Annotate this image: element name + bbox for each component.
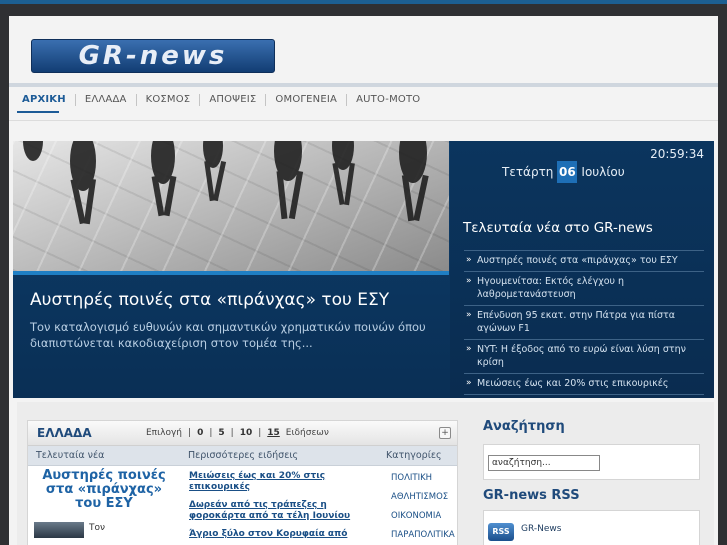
latest-news-item[interactable]: » Μειώσεις έως και 20% στις επικουρικές (464, 374, 704, 395)
arrow-icon: » (466, 378, 472, 388)
count-option-0[interactable]: 0 (197, 428, 203, 438)
date-day: 06 (557, 161, 578, 183)
rss-title: GR-news RSS (483, 488, 580, 503)
greece-section-box: ΕΛΛΑΔΑ Επιλογή | 0 | 5 | 10 | 15 Ειδήσεω… (27, 420, 458, 545)
rss-feed-link[interactable]: GR-News (521, 524, 561, 534)
nav-item-auto-moto[interactable]: AUTO-MOTO (347, 94, 429, 106)
nav-divider (9, 83, 718, 87)
col-header-more: Περισσότερες ειδήσεις (188, 450, 299, 461)
col-header-latest: Τελευταία νέα (36, 450, 105, 461)
main-story-thumbnail[interactable] (34, 522, 84, 538)
arrow-icon: » (466, 344, 472, 354)
rss-icon[interactable]: RSS (488, 523, 514, 541)
date-display: Τετάρτη 06 Ιουλίου (502, 160, 625, 184)
news-count-selector: Επιλογή | 0 | 5 | 10 | 15 Ειδήσεων (146, 428, 329, 438)
arrow-icon: » (466, 310, 472, 320)
search-input[interactable] (488, 455, 600, 471)
arrow-icon: » (466, 255, 472, 265)
categories-list: ΠΟΛΙΤΙΚΗ ΑΘΛΗΤΙΣΜΟΣ ΟΙΚΟΝΟΜΙΑ ΠΑΡΑΠΟΛΙΤΙ… (391, 473, 455, 545)
nav-item-diaspora[interactable]: ΟΜΟΓΕΝΕΙΑ (266, 94, 348, 106)
category-link[interactable]: ΑΘΛΗΤΙΣΜΟΣ (391, 492, 451, 503)
column-headers: Τελευταία νέα Περισσότερες ειδήσεις Κατη… (28, 446, 457, 466)
section-title[interactable]: ΕΛΛΑΔΑ (37, 426, 92, 440)
nav-item-opinions[interactable]: ΑΠΟΨΕΙΣ (200, 94, 267, 106)
more-news-list: Μειώσεις έως και 20% στις επικουρικές Δω… (189, 471, 379, 545)
arrow-icon: » (466, 276, 472, 286)
latest-news-item[interactable]: » Επένδυση 95 εκατ. στην Πάτρα για πίστα … (464, 306, 704, 340)
hero-summary: Τον καταλογισμό ευθυνών και σημαντικών χ… (30, 320, 426, 350)
category-link[interactable]: ΠΑΡΑΠΟΛΙΤΙΚΑ (391, 530, 455, 541)
more-news-link[interactable]: Μειώσεις έως και 20% στις επικουρικές (189, 471, 379, 493)
latest-news-title: Τελευταία νέα στο GR-news (463, 220, 653, 236)
count-label: Επιλογή (146, 428, 183, 438)
latest-news-item[interactable]: » Αυστηρές ποινές στα «πιράνχας» του ΕΣΥ (464, 250, 704, 272)
search-title: Αναζήτηση (483, 419, 565, 434)
hero-headline[interactable]: Αυστηρές ποινές στα «πιράνχας» του ΕΣΥ (30, 289, 440, 311)
count-option-10[interactable]: 10 (240, 428, 253, 438)
nav-item-home[interactable]: ΑΡΧΙΚΗ (13, 94, 76, 106)
nav-item-world[interactable]: ΚΟΣΜΟΣ (137, 94, 201, 106)
top-bar (0, 0, 727, 4)
nav-active-indicator (17, 111, 59, 113)
site-logo[interactable]: GR-news (31, 39, 275, 73)
section-box-header: ΕΛΛΑΔΑ Επιλογή | 0 | 5 | 10 | 15 Ειδήσεω… (28, 421, 457, 446)
main-story-snippet: Τον (89, 523, 106, 533)
page-container: GR-news ΑΡΧΙΚΗ ΕΛΛΑΔΑ ΚΟΣΜΟΣ ΑΠΟΨΕΙΣ ΟΜΟ… (9, 16, 718, 545)
hero-image[interactable] (13, 141, 449, 271)
nav-item-greece[interactable]: ΕΛΛΑΔΑ (76, 94, 137, 106)
clock: 20:59:34 (650, 147, 704, 161)
count-option-5[interactable]: 5 (218, 428, 224, 438)
hero-image-band (13, 271, 449, 275)
more-news-link[interactable]: Άγριο ξύλο στον Κορυφαία από (189, 529, 379, 540)
main-nav: ΑΡΧΙΚΗ ΕΛΛΑΔΑ ΚΟΣΜΟΣ ΑΠΟΨΕΙΣ ΟΜΟΓΕΝΕΙΑ A… (13, 91, 429, 109)
latest-news-item[interactable]: » NYT: Η έξοδος από το ευρώ είναι λύση στ… (464, 340, 704, 374)
latest-news-panel: 20:59:34 Τετάρτη 06 Ιουλίου Τελευταία νέ… (450, 141, 714, 398)
category-link[interactable]: ΟΙΚΟΝΟΜΙΑ (391, 511, 451, 522)
search-box (483, 444, 700, 480)
rss-box: RSS GR-News (483, 510, 700, 545)
nav-bottom-divider (9, 120, 718, 121)
expand-icon[interactable]: + (439, 427, 451, 439)
category-link[interactable]: ΠΟΛΙΤΙΚΗ (391, 473, 451, 484)
date-month: Ιουλίου (581, 165, 625, 179)
more-news-link[interactable]: Δωρεάν από τις τράπεζες η φοροκάρτα από … (189, 500, 379, 522)
count-option-15[interactable]: 15 (267, 428, 280, 438)
hero-banner: Αυστηρές ποινές στα «πιράνχας» του ΕΣΥ Τ… (13, 141, 714, 398)
main-story-title[interactable]: Αυστηρές ποινές στα «πιράνχας» του ΕΣΥ (34, 469, 174, 511)
latest-news-list: » Αυστηρές ποινές στα «πιράνχας» του ΕΣΥ … (464, 250, 704, 395)
latest-news-item[interactable]: » Ηγουμενίτσα: Εκτός ελέγχου η λαθρομεταν… (464, 272, 704, 306)
col-header-categories: Κατηγορίες (386, 450, 442, 461)
lower-content: ΕΛΛΑΔΑ Επιλογή | 0 | 5 | 10 | 15 Ειδήσεω… (17, 402, 714, 545)
date-weekday: Τετάρτη (502, 165, 554, 179)
main-story: Αυστηρές ποινές στα «πιράνχας» του ΕΣΥ Τ… (34, 469, 174, 538)
count-suffix: Ειδήσεων (285, 428, 329, 438)
people-shadows-image (23, 141, 429, 225)
